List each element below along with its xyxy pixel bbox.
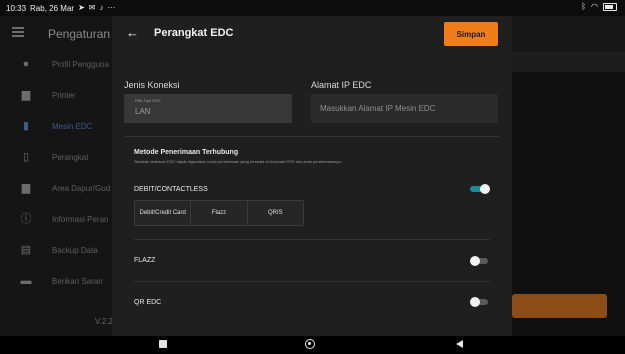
segment-qris[interactable]: QRIS <box>248 201 303 225</box>
sidebar-item-label: Informasi Peran <box>52 214 109 224</box>
status-time: 10:33 <box>6 3 27 13</box>
sidebar-item-printer[interactable]: ▆ Printer <box>0 80 112 110</box>
sidebar-item-profil-pengguna[interactable]: ● Profil Pengguna <box>0 49 112 79</box>
more-icon: ··· <box>107 3 116 12</box>
connection-type-value: LAN <box>135 107 151 116</box>
option-flazz-label: FLAZZ <box>134 257 156 264</box>
system-navigation-bar <box>0 336 625 354</box>
sidebar-item-mesin-edc[interactable]: ▮ Mesin EDC <box>0 111 112 141</box>
ip-address-placeholder: Masukkan Alamat IP Mesin EDC <box>320 104 436 113</box>
recents-icon[interactable] <box>159 340 167 348</box>
divider <box>124 136 500 137</box>
save-button[interactable]: Simpan <box>444 22 498 46</box>
status-date: Rab, 26 Mar <box>30 3 75 13</box>
kitchen-printer-icon: ▆ <box>21 182 31 194</box>
method-description: Silahkan tentukan EDC dapat digunakan un… <box>134 159 342 164</box>
segment-debit-credit-card[interactable]: Debit/Credit Card <box>135 201 192 225</box>
backup-icon: ▤ <box>20 244 32 256</box>
device-icon: ▯ <box>22 151 30 163</box>
sidebar-item-label: Printer <box>52 90 76 100</box>
sidebar-item-label: Backup Data <box>52 245 98 255</box>
edc-device-dialog: ← Perangkat EDC Simpan Jenis Koneksi Ala… <box>112 16 512 336</box>
sidebar-item-backup-data[interactable]: ▤ Backup Data <box>0 235 112 265</box>
background-save-button <box>512 294 607 318</box>
connection-type-label: Jenis Koneksi <box>124 80 180 90</box>
background-bar <box>512 52 625 72</box>
tiktok-icon: ♪ <box>99 3 104 12</box>
printer-icon: ▆ <box>21 89 31 101</box>
menu-icon[interactable] <box>12 27 24 37</box>
info-icon: ⓘ <box>20 213 32 225</box>
sidebar-item-label: Berikan Saran <box>52 276 103 286</box>
sidebar-item-perangkat[interactable]: ▯ Perangkat <box>0 142 112 172</box>
wifi-icon: ◠ <box>591 2 598 11</box>
sidebar-item-area-dapur[interactable]: ▆ Area Dapur/Gud <box>0 173 112 203</box>
sidebar-item-label: Area Dapur/Gud <box>52 183 111 193</box>
ip-address-label: Alamat IP EDC <box>311 80 372 90</box>
dialog-header: ← Perangkat EDC Simpan <box>112 16 512 54</box>
connection-type-field-label: Pilih Tipe EDC <box>135 98 161 103</box>
qr-edc-toggle[interactable] <box>470 297 490 307</box>
connection-type-select[interactable]: Pilih Tipe EDC LAN <box>124 94 292 123</box>
sidebar-item-informasi[interactable]: ⓘ Informasi Peran <box>0 204 112 234</box>
home-icon[interactable] <box>305 339 315 349</box>
debit-contactless-segments: Debit/Credit Card Flazz QRIS <box>134 200 304 226</box>
settings-title: Pengaturan <box>48 27 111 41</box>
bluetooth-icon: ᛒ <box>581 2 587 11</box>
edc-icon: ▮ <box>22 120 30 132</box>
sidebar-item-berikan-saran[interactable]: ▬ Berikan Saran <box>0 266 112 296</box>
debit-contactless-toggle[interactable] <box>470 184 490 194</box>
mail-icon: ✉ <box>88 3 96 12</box>
divider <box>134 239 490 240</box>
battery-icon <box>603 3 617 11</box>
sidebar-item-label: Mesin EDC <box>52 121 93 131</box>
app-version: V.2.2 <box>95 317 113 326</box>
method-title: Metode Penerimaan Terhubung <box>134 149 239 156</box>
ip-address-input[interactable]: Masukkan Alamat IP Mesin EDC <box>311 94 498 123</box>
option-qr-edc-label: QR EDC <box>134 299 162 306</box>
user-icon: ● <box>22 58 30 70</box>
back-icon[interactable] <box>456 340 463 348</box>
back-arrow-icon[interactable]: ← <box>126 26 140 40</box>
dialog-title: Perangkat EDC <box>154 27 234 39</box>
flazz-toggle[interactable] <box>470 256 490 266</box>
segment-flazz[interactable]: Flazz <box>191 201 248 225</box>
navigation-icon: ➤ <box>78 3 85 12</box>
option-debit-contactless-label: DEBIT/CONTACTLESS <box>134 186 208 193</box>
sidebar-item-label: Profil Pengguna <box>52 59 109 69</box>
sidebar-item-label: Perangkat <box>52 152 89 162</box>
status-bar: 10:33 Rab, 26 Mar ➤ ✉ ♪ ··· ᛒ ◠ <box>0 0 625 16</box>
feedback-icon: ▬ <box>20 275 32 287</box>
divider <box>134 281 490 282</box>
